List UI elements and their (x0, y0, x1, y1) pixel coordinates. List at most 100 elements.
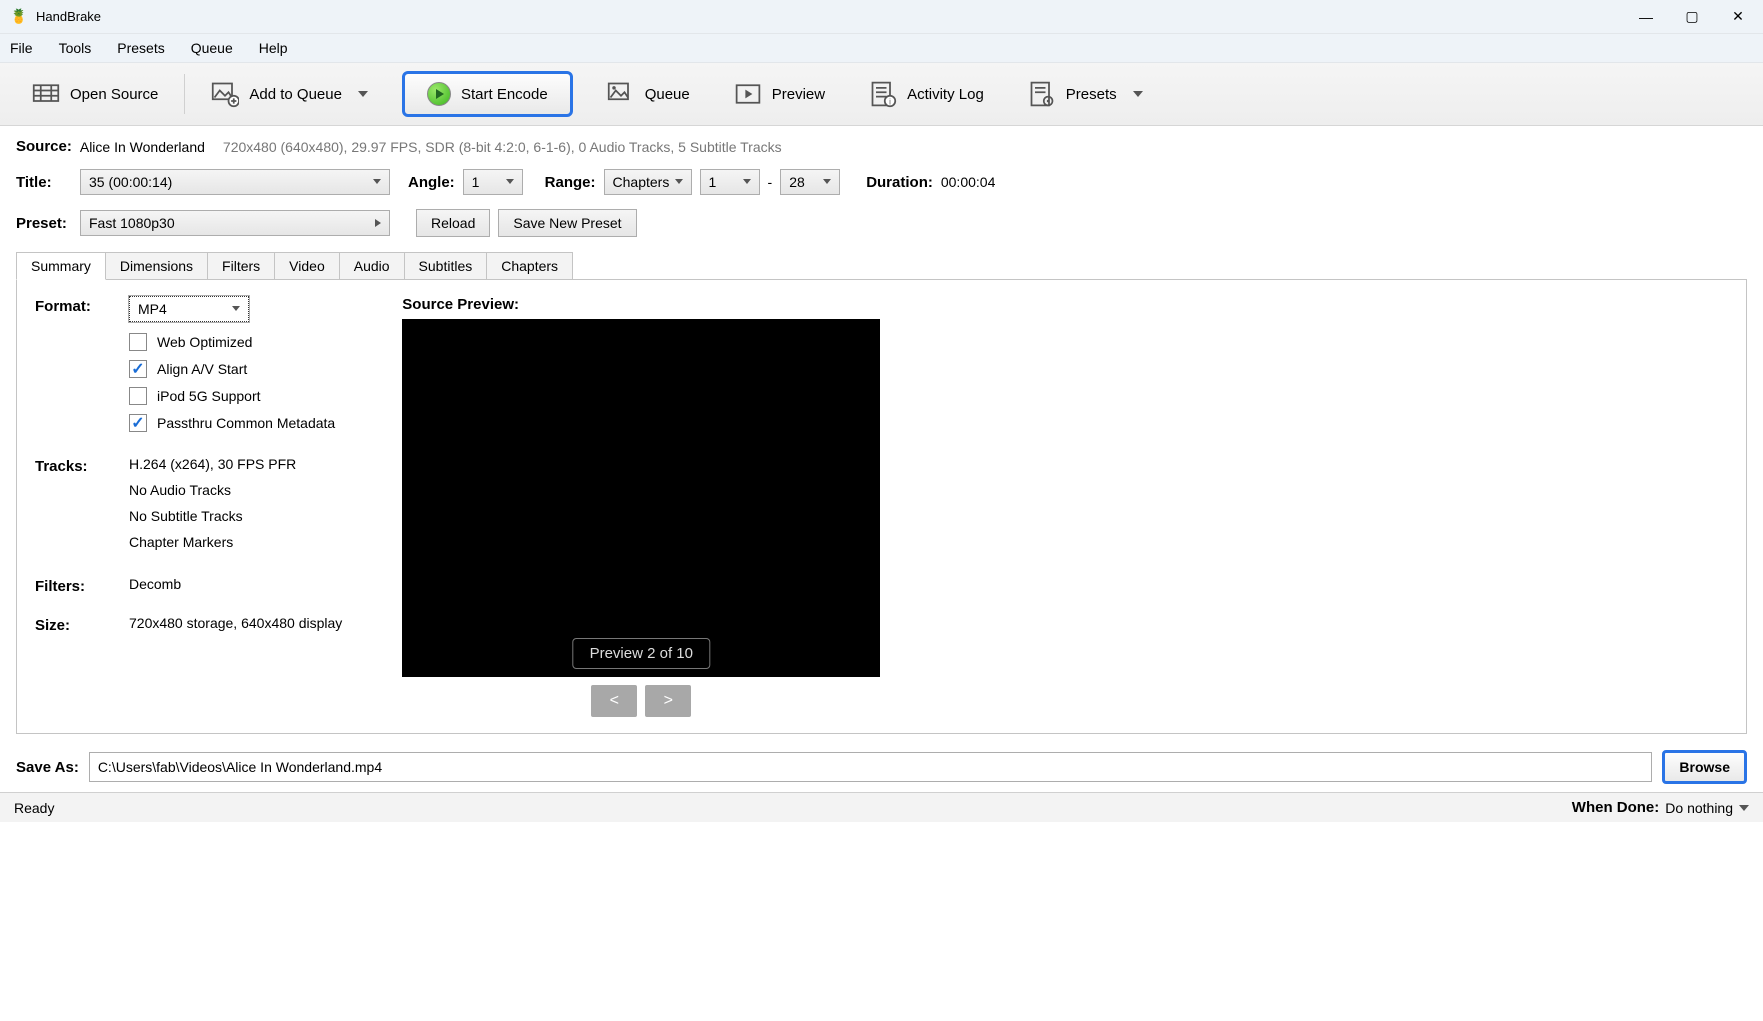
size-value: 720x480 storage, 640x480 display (129, 615, 342, 634)
angle-select[interactable]: 1 (463, 169, 523, 195)
activity-log-button[interactable]: i Activity Log (859, 74, 994, 114)
status-text: Ready (14, 800, 54, 816)
menu-tools[interactable]: Tools (59, 40, 92, 56)
menu-file[interactable]: File (10, 40, 33, 56)
align-av-checkbox[interactable]: ✓ (129, 360, 147, 378)
tabs: Summary Dimensions Filters Video Audio S… (16, 251, 1747, 279)
preview-next-button[interactable]: > (645, 685, 691, 717)
preview-caption: Preview 2 of 10 (573, 638, 710, 669)
queue-icon (607, 80, 635, 108)
when-done-select[interactable]: Do nothing (1665, 800, 1749, 816)
range-label: Range: (545, 174, 596, 191)
menu-presets[interactable]: Presets (117, 40, 164, 56)
format-label: Format: (35, 296, 129, 436)
summary-panel: Format: MP4 Web Optimized ✓ Align A/V St… (16, 279, 1747, 734)
size-label: Size: (35, 615, 129, 634)
tab-filters[interactable]: Filters (207, 252, 275, 280)
image-add-icon (211, 80, 239, 108)
presets-gear-icon (1028, 80, 1056, 108)
title-select[interactable]: 35 (00:00:14) (80, 169, 390, 195)
add-to-queue-caret-icon (358, 91, 368, 97)
track-line: No Audio Tracks (129, 482, 342, 508)
range-from-select[interactable]: 1 (700, 169, 760, 195)
preset-label: Preset: (16, 215, 72, 232)
menu-queue[interactable]: Queue (191, 40, 233, 56)
tracks-label: Tracks: (35, 456, 129, 560)
duration-label: Duration: (866, 174, 933, 191)
queue-label: Queue (645, 86, 690, 103)
range-from-value: 1 (709, 174, 717, 190)
tab-chapters[interactable]: Chapters (486, 252, 573, 280)
film-open-icon (32, 80, 60, 108)
tab-summary[interactable]: Summary (16, 252, 106, 280)
filters-label: Filters: (35, 576, 129, 595)
toolbar: Open Source Add to Queue Start Encode Qu… (0, 63, 1763, 126)
queue-button[interactable]: Queue (597, 74, 700, 114)
preview-label: Preview (772, 86, 825, 103)
track-line: H.264 (x264), 30 FPS PFR (129, 456, 342, 482)
tab-dimensions[interactable]: Dimensions (105, 252, 208, 280)
preset-value: Fast 1080p30 (89, 215, 175, 231)
source-meta: 720x480 (640x480), 29.97 FPS, SDR (8-bit… (223, 139, 782, 155)
tab-subtitles[interactable]: Subtitles (404, 252, 488, 280)
browse-button[interactable]: Browse (1662, 750, 1747, 784)
web-optimized-label: Web Optimized (157, 334, 252, 350)
when-done-label: When Done: (1572, 799, 1660, 816)
range-type-select[interactable]: Chapters (604, 169, 692, 195)
preview-button[interactable]: Preview (724, 74, 835, 114)
title-row: Title: 35 (00:00:14) Angle: 1 Range: Cha… (16, 169, 1747, 195)
track-line: No Subtitle Tracks (129, 508, 342, 534)
titlebar: 🍍 HandBrake — ▢ ✕ (0, 0, 1763, 34)
preview-area: Preview 2 of 10 (402, 319, 880, 677)
save-new-preset-button[interactable]: Save New Preset (498, 209, 636, 237)
range-type-value: Chapters (613, 174, 670, 190)
statusbar: Ready When Done: Do nothing (0, 792, 1763, 822)
passthru-checkbox[interactable]: ✓ (129, 414, 147, 432)
reload-button[interactable]: Reload (416, 209, 490, 237)
minimize-button[interactable]: — (1623, 0, 1669, 34)
maximize-button[interactable]: ▢ (1669, 0, 1715, 34)
start-encode-label: Start Encode (461, 86, 548, 103)
preview-prev-button[interactable]: < (591, 685, 637, 717)
source-preview-label: Source Preview: (402, 296, 880, 313)
source-row: Source: Alice In Wonderland 720x480 (640… (16, 138, 1747, 155)
add-to-queue-button[interactable]: Add to Queue (201, 74, 378, 114)
activity-log-label: Activity Log (907, 86, 984, 103)
svg-text:i: i (889, 98, 891, 107)
menubar: File Tools Presets Queue Help (0, 34, 1763, 63)
ipod-checkbox[interactable] (129, 387, 147, 405)
preview-play-icon (734, 80, 762, 108)
add-to-queue-label: Add to Queue (249, 86, 342, 103)
presets-button[interactable]: Presets (1018, 74, 1153, 114)
title-select-value: 35 (00:00:14) (89, 174, 172, 190)
start-encode-button[interactable]: Start Encode (402, 71, 573, 117)
menu-help[interactable]: Help (259, 40, 288, 56)
passthru-label: Passthru Common Metadata (157, 415, 335, 431)
track-line: Chapter Markers (129, 534, 342, 560)
when-done-caret-icon (1739, 805, 1749, 811)
app-logo-icon: 🍍 (10, 8, 28, 26)
open-source-button[interactable]: Open Source (22, 74, 168, 114)
source-name: Alice In Wonderland (80, 139, 205, 155)
play-icon (427, 82, 451, 106)
preset-row: Preset: Fast 1080p30 Reload Save New Pre… (16, 209, 1747, 237)
presets-caret-icon (1133, 91, 1143, 97)
web-optimized-checkbox[interactable] (129, 333, 147, 351)
range-to-select[interactable]: 28 (780, 169, 840, 195)
format-select[interactable]: MP4 (129, 296, 249, 322)
saveas-input[interactable] (89, 752, 1653, 782)
close-button[interactable]: ✕ (1715, 0, 1761, 34)
filters-value: Decomb (129, 576, 342, 595)
range-to-value: 28 (789, 174, 805, 190)
when-done-value: Do nothing (1665, 800, 1733, 816)
saveas-row: Save As: Browse (0, 738, 1763, 792)
title-label: Title: (16, 174, 72, 191)
presets-label: Presets (1066, 86, 1117, 103)
tab-audio[interactable]: Audio (339, 252, 405, 280)
tab-video[interactable]: Video (274, 252, 340, 280)
duration-value: 00:00:04 (941, 174, 996, 190)
app-title: HandBrake (36, 9, 101, 24)
log-icon: i (869, 80, 897, 108)
angle-label: Angle: (408, 174, 455, 191)
preset-select[interactable]: Fast 1080p30 (80, 210, 390, 236)
